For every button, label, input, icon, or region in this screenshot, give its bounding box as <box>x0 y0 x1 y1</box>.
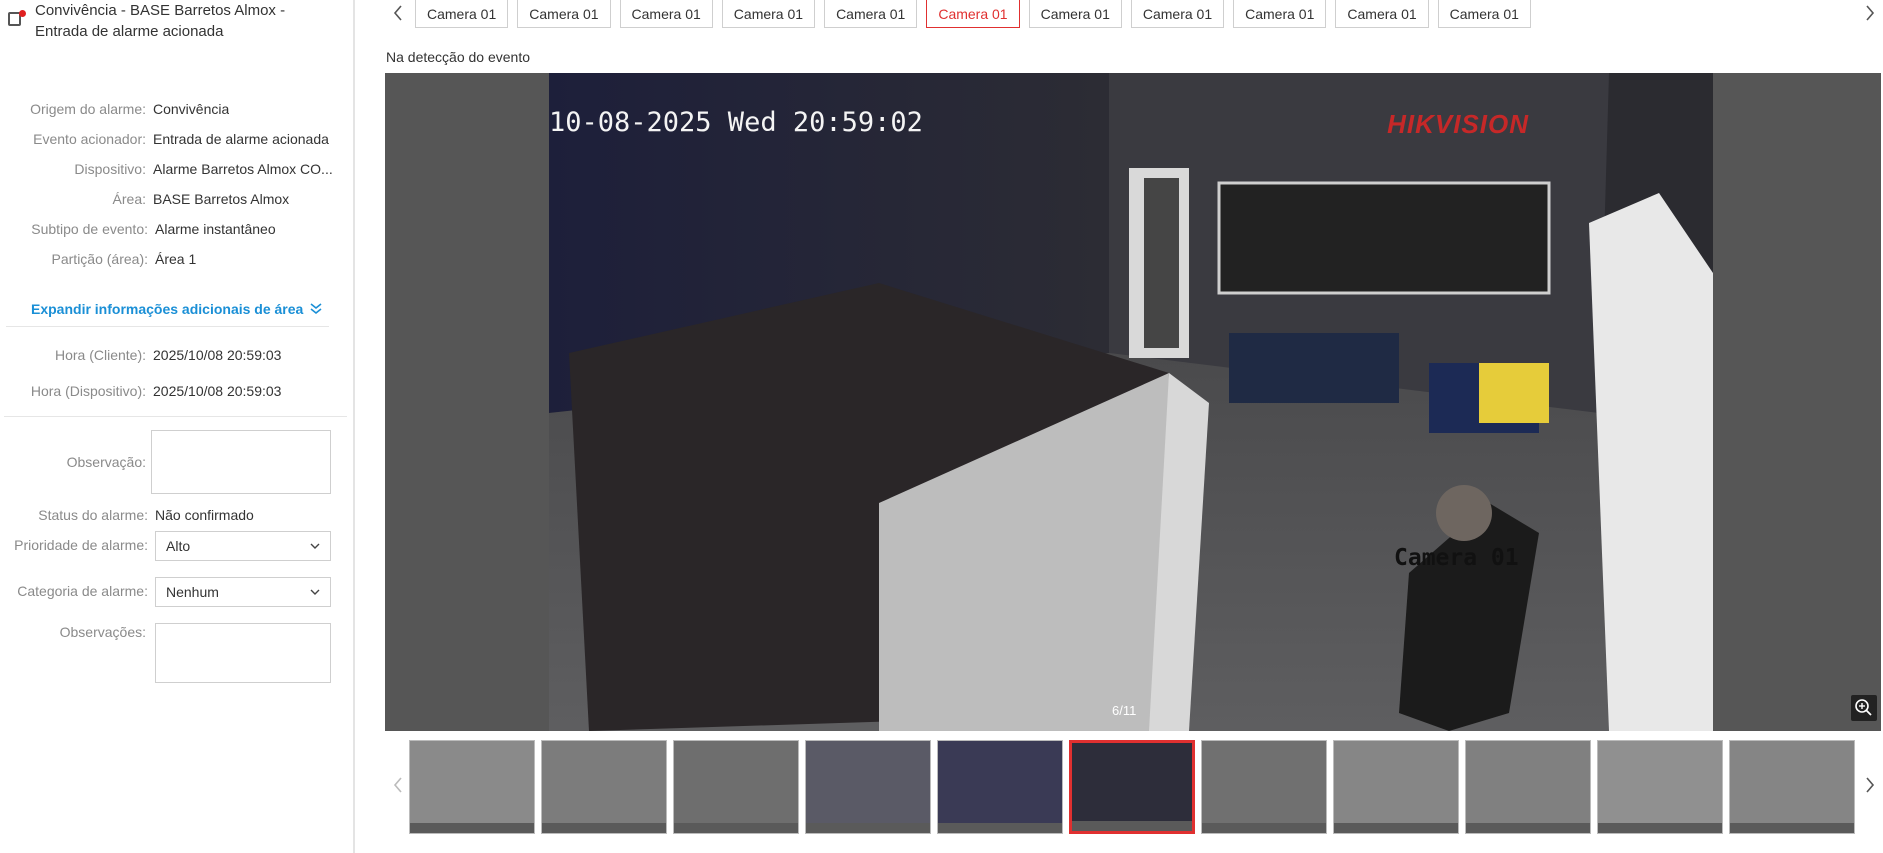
time-value: 2025/10/08 20:59:03 <box>153 347 282 363</box>
status-value: Não confirmado <box>155 507 254 523</box>
detail-value: Alarme instantâneo <box>155 221 276 237</box>
alarm-detail-panel: Convivência - BASE Barretos Almox - Entr… <box>0 0 355 853</box>
thumbnail[interactable] <box>1465 740 1591 834</box>
chevron-right-icon[interactable] <box>1863 4 1877 22</box>
image-counter: 6/11 <box>1112 703 1137 718</box>
zoom-button[interactable] <box>1851 695 1877 721</box>
thumbnail-footer <box>674 823 798 833</box>
priority-select[interactable]: Alto <box>155 531 331 561</box>
detail-value: Alarme Barretos Almox CO... <box>153 161 333 177</box>
thumbnail[interactable] <box>1597 740 1723 834</box>
double-chevron-down-icon <box>310 303 322 315</box>
zoom-in-icon <box>1855 699 1872 716</box>
time-row-cliente: Hora (Cliente): 2025/10/08 20:59:03 <box>0 347 355 363</box>
tab-camera[interactable]: Camera 01 <box>926 0 1020 28</box>
thumbnail[interactable] <box>1201 740 1327 834</box>
observacao-textarea[interactable] <box>151 430 331 494</box>
observacoes-label: Observações: <box>59 624 146 640</box>
tab-camera[interactable]: Camera 01 <box>415 0 509 28</box>
thumbnail[interactable] <box>937 740 1063 834</box>
tab-camera[interactable]: Camera 01 <box>824 0 918 28</box>
tab-camera[interactable]: Camera 01 <box>1130 0 1225 28</box>
observacoes-textarea[interactable] <box>155 623 331 683</box>
chevron-left-icon[interactable] <box>391 4 405 22</box>
expand-area-info-link[interactable]: Expandir informações adicionais de área <box>31 301 323 317</box>
tab-camera[interactable]: Camera 01 <box>1028 0 1122 28</box>
tab-camera[interactable]: Camera 01 <box>1437 0 1531 28</box>
thumbnail[interactable] <box>541 740 667 834</box>
thumbnail-footer <box>542 823 666 833</box>
thumbnail-strip <box>409 740 1861 834</box>
chevron-down-icon <box>310 543 320 549</box>
thumbnail[interactable] <box>1729 740 1855 834</box>
thumbnail-footer <box>1072 821 1192 831</box>
time-label: Hora (Cliente): <box>54 347 146 363</box>
time-label: Hora (Dispositivo): <box>30 383 146 399</box>
expand-label: Expandir informações adicionais de área <box>31 301 304 317</box>
thumbnail-footer <box>1730 823 1854 833</box>
category-select[interactable]: Nenhum <box>155 577 331 607</box>
tab-camera[interactable]: Camera 01 <box>1233 0 1327 28</box>
divider <box>6 326 329 327</box>
osd-camera-name: Camera 01 <box>1394 545 1519 571</box>
category-label: Categoria de alarme: <box>17 583 148 599</box>
camera-frame: 10-08-2025 Wed 20:59:02 HIKVISION Camera… <box>549 73 1713 731</box>
chevron-left-icon[interactable] <box>391 776 405 794</box>
detail-row-evento: Evento acionador: Entrada de alarme acio… <box>0 131 355 147</box>
thumbnail-footer <box>1202 823 1326 833</box>
detail-value: BASE Barretos Almox <box>153 191 290 207</box>
video-viewer[interactable]: 10-08-2025 Wed 20:59:02 HIKVISION Camera… <box>385 73 1881 731</box>
osd-timestamp: 10-08-2025 Wed 20:59:02 <box>549 107 923 138</box>
thumbnail[interactable] <box>1069 740 1195 834</box>
priority-label: Prioridade de alarme: <box>14 537 148 553</box>
camera-viewer-panel: Camera 01 Camera 01 Camera 01 Camera 01 Came… <box>357 0 1883 853</box>
tab-camera[interactable]: Camera 01 <box>1335 0 1429 28</box>
detail-row-dispositivo: Dispositivo: Alarme Barretos Almox CO... <box>0 161 355 177</box>
detail-label: Área: <box>112 191 146 207</box>
section-title: Na detecção do evento <box>386 49 530 65</box>
detail-label: Dispositivo: <box>74 161 146 177</box>
thumbnail[interactable] <box>805 740 931 834</box>
detail-label: Subtipo de evento: <box>31 221 148 237</box>
detail-row-area: Área: BASE Barretos Almox <box>0 191 355 207</box>
detail-label: Partição (área): <box>51 251 148 267</box>
detail-row-origem: Origem do alarme: Convivência <box>0 101 355 117</box>
time-value: 2025/10/08 20:59:03 <box>153 383 282 399</box>
alarm-device-icon <box>6 8 26 30</box>
thumbnail-footer <box>410 823 534 833</box>
divider <box>4 416 347 417</box>
alarm-title: Convivência - BASE Barretos Almox - Entr… <box>35 2 286 40</box>
detail-label: Evento acionador: <box>33 131 146 147</box>
camera-scene-image <box>549 73 1713 731</box>
thumbnail-footer <box>1466 823 1590 833</box>
thumbnail[interactable] <box>1333 740 1459 834</box>
tab-camera[interactable]: Camera 01 <box>721 0 816 28</box>
camera-brand-logo: HIKVISION <box>1387 109 1529 139</box>
observacao-label: Observação: <box>66 454 146 470</box>
status-label: Status do alarme: <box>38 507 148 523</box>
status-row: Status do alarme: Não confirmado <box>0 507 355 523</box>
chevron-right-icon[interactable] <box>1863 776 1877 794</box>
thumbnail-footer <box>806 823 930 833</box>
detail-value: Convivência <box>153 101 230 117</box>
time-row-dispositivo: Hora (Dispositivo): 2025/10/08 20:59:03 <box>0 383 355 399</box>
tab-camera[interactable]: Camera 01 <box>517 0 611 28</box>
thumbnail-footer <box>1598 823 1722 833</box>
thumbnail[interactable] <box>409 740 535 834</box>
detail-value: Área 1 <box>155 251 197 267</box>
category-selected-value: Nenhum <box>166 584 219 600</box>
panel-header: Convivência - BASE Barretos Almox - Entr… <box>6 0 346 42</box>
thumbnail-footer <box>1334 823 1458 833</box>
camera-tabs: Camera 01 Camera 01 Camera 01 Camera 01 Came… <box>415 0 1540 28</box>
priority-selected-value: Alto <box>166 538 191 554</box>
thumbnail-footer <box>938 823 1062 833</box>
chevron-down-icon <box>310 589 320 595</box>
detail-label: Origem do alarme: <box>30 101 146 117</box>
detail-row-subtipo: Subtipo de evento: Alarme instantâneo <box>0 221 355 237</box>
tab-camera[interactable]: Camera 01 <box>619 0 713 28</box>
detail-row-particao: Partição (área): Área 1 <box>0 251 355 267</box>
thumbnail[interactable] <box>673 740 799 834</box>
detail-value: Entrada de alarme acionada <box>153 131 329 147</box>
